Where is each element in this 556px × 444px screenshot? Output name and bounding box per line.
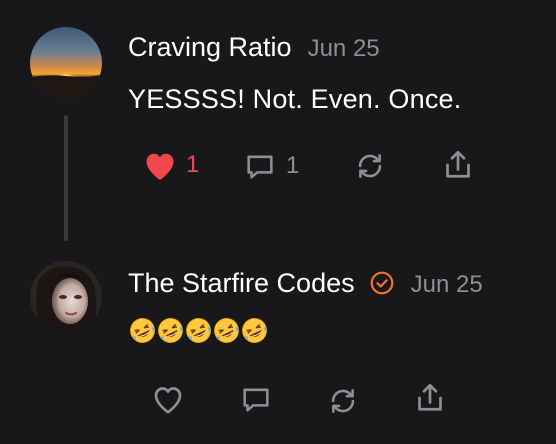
heart-outline-icon [154,387,182,414]
rolling-on-floor-laughing-emoji-icon [156,316,184,344]
share-upload-icon [418,383,442,411]
speech-bubble-icon [247,155,273,179]
repost-button[interactable] [325,384,361,418]
sunset-photo-icon [30,27,102,99]
reply-count: 1 [286,152,300,179]
speech-bubble-icon [243,388,269,412]
post-text-emoji [128,316,268,344]
share-button[interactable] [412,380,448,416]
rolling-on-floor-laughing-emoji-icon [184,316,212,344]
share-button[interactable] [440,147,476,183]
avatar-craving-ratio[interactable] [30,27,102,99]
rolling-on-floor-laughing-emoji-icon [240,316,268,344]
rolling-on-floor-laughing-emoji-icon [128,316,156,344]
thread-connector-line [64,115,68,241]
post-date[interactable]: Jun 25 [411,271,483,299]
like-button[interactable]: 1 [142,148,199,182]
verified-badge-icon[interactable] [369,270,395,296]
share-upload-icon [446,150,470,178]
heart-filled-icon [146,153,174,180]
like-button[interactable] [150,382,186,416]
reply-button[interactable]: 1 [242,149,299,183]
avatar-the-starfire-codes[interactable] [30,261,102,333]
repost-arrows-icon [331,389,355,413]
author-name[interactable]: Craving Ratio [128,32,292,63]
reply-thread: Craving Ratio Jun 25 YESSSS! Not. Even. … [0,0,556,444]
rolling-on-floor-laughing-emoji-icon [212,316,240,344]
repost-arrows-icon [358,154,382,178]
reply-button[interactable] [238,382,274,416]
post-header: The Starfire Codes Jun 25 [128,266,483,299]
post-header: Craving Ratio Jun 25 [128,32,380,63]
like-count: 1 [186,151,200,178]
repost-button[interactable] [352,149,388,183]
profile-photo-icon [30,261,102,333]
post-date[interactable]: Jun 25 [308,35,380,63]
post-text: YESSSS! Not. Even. Once. [128,84,462,114]
author-name[interactable]: The Starfire Codes [128,268,355,299]
